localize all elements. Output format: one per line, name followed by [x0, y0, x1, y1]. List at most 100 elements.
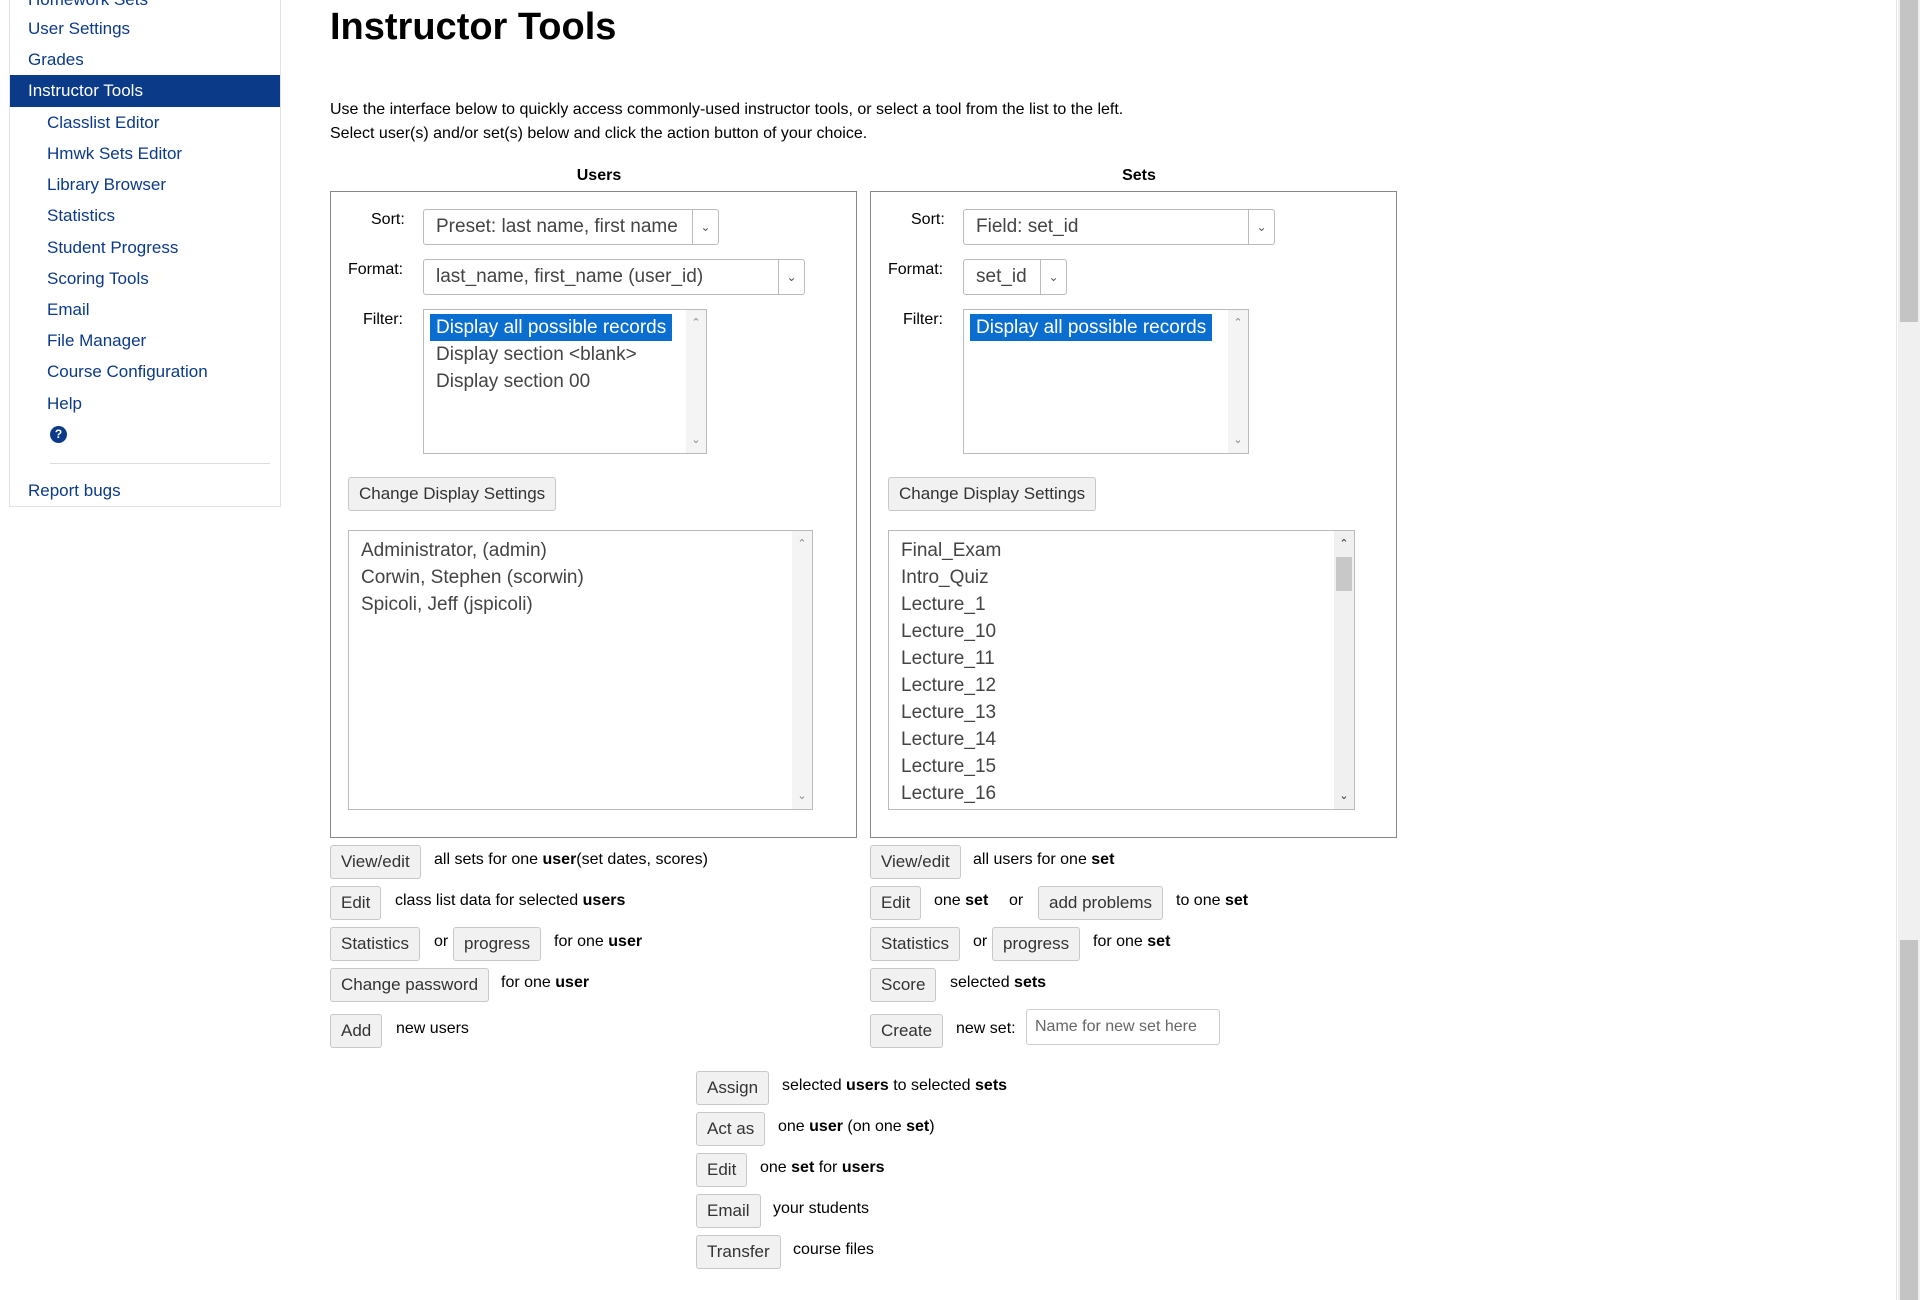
report-bugs-link[interactable]: Report bugs [10, 475, 280, 507]
set-list-item[interactable]: Lecture_1 [889, 591, 1354, 618]
set-view-edit-button[interactable]: View/edit [870, 845, 961, 879]
change-password-desc: for one user [501, 974, 590, 991]
sidebar-item-instructor-tools[interactable]: Instructor Tools [10, 75, 280, 107]
sidebar-item-grades[interactable]: Grades [10, 44, 280, 76]
chevron-down-icon: ⌄ [778, 260, 804, 294]
sidebar-item-student-progress[interactable]: Student Progress [10, 232, 280, 264]
chevron-up-icon[interactable]: ⌃ [1228, 314, 1248, 332]
sidebar-item-scoring-tools[interactable]: Scoring Tools [10, 263, 280, 295]
sets-format-label: Format: [888, 261, 944, 278]
users-change-display-button[interactable]: Change Display Settings [348, 477, 557, 511]
sidebar-item-file-manager[interactable]: File Manager [10, 325, 280, 357]
sets-list-scrollbar[interactable]: ⌃ ⌄ [1334, 531, 1354, 809]
chevron-down-icon: ⌄ [1040, 260, 1066, 294]
set-list-item[interactable]: Lecture_10 [889, 618, 1354, 645]
act-as-desc: one user (on one set) [778, 1118, 935, 1135]
sidebar-item-email[interactable]: Email [10, 294, 280, 326]
assign-desc: selected users to selected sets [782, 1077, 1008, 1094]
sets-change-display-button[interactable]: Change Display Settings [888, 477, 1097, 511]
set-stats-desc: for one set [1093, 933, 1171, 950]
users-filter-option[interactable]: Display section 00 [424, 368, 706, 395]
set-statistics-button[interactable]: Statistics [870, 927, 961, 961]
users-format-value: last_name, first_name (user_id) [436, 266, 704, 287]
page-scrollbar-thumb-lower[interactable] [1900, 940, 1918, 1300]
transfer-button[interactable]: Transfer [696, 1235, 781, 1269]
email-desc: your students [773, 1200, 870, 1217]
email-button[interactable]: Email [696, 1194, 761, 1228]
chevron-down-icon[interactable]: ⌄ [1228, 431, 1248, 449]
page-edge [1896, 0, 1897, 1300]
chevron-up-icon[interactable]: ⌃ [792, 535, 812, 553]
user-statistics-button[interactable]: Statistics [330, 927, 421, 961]
add-users-button[interactable]: Add [330, 1014, 383, 1048]
set-list-item[interactable]: Intro_Quiz [889, 564, 1354, 591]
set-list-item[interactable]: Lecture_15 [889, 753, 1354, 780]
user-edit-button[interactable]: Edit [330, 886, 382, 920]
sidebar-item-user-settings[interactable]: User Settings [10, 13, 280, 45]
user-progress-button[interactable]: progress [453, 927, 542, 961]
chevron-up-icon[interactable]: ⌃ [686, 314, 706, 332]
sets-filter-scrollbar[interactable]: ⌃ ⌄ [1228, 310, 1248, 453]
set-list-item[interactable]: Lecture_11 [889, 645, 1354, 672]
users-filter-listbox[interactable]: Display all possible records Display sec… [423, 309, 707, 454]
users-filter-option[interactable]: Display all possible records [424, 314, 706, 341]
set-progress-button[interactable]: progress [992, 927, 1081, 961]
change-password-button[interactable]: Change password [330, 968, 490, 1002]
sidebar-item-hmwk-sets-editor[interactable]: Hmwk Sets Editor [10, 138, 280, 170]
intro-text-line1: Use the interface below to quickly acces… [330, 101, 1124, 118]
sidebar-item-help[interactable]: Help [10, 388, 280, 420]
new-set-name-input[interactable] [1026, 1009, 1220, 1045]
sets-sort-select[interactable]: Field: set_id ⌄ [963, 209, 1275, 245]
sets-listbox[interactable]: Final_Exam Intro_Quiz Lecture_1 Lecture_… [888, 530, 1355, 810]
set-list-item[interactable]: Lecture_14 [889, 726, 1354, 753]
edit-set-for-users-desc: one set for users [760, 1159, 885, 1176]
sets-filter-option[interactable]: Display all possible records [964, 314, 1248, 341]
sets-sort-value: Field: set_id [976, 216, 1079, 237]
edit-set-for-users-button[interactable]: Edit [696, 1153, 748, 1187]
act-as-button[interactable]: Act as [696, 1112, 766, 1146]
user-view-edit-desc: all sets for one user(set dates, scores) [434, 851, 708, 868]
users-sort-select[interactable]: Preset: last name, first name ⌄ [423, 209, 719, 245]
chevron-down-icon[interactable]: ⌄ [792, 787, 812, 805]
users-format-select[interactable]: last_name, first_name (user_id) ⌄ [423, 259, 805, 295]
transfer-desc: course files [793, 1241, 874, 1258]
create-set-button[interactable]: Create [870, 1014, 944, 1048]
users-column-title: Users [576, 167, 622, 184]
score-button[interactable]: Score [870, 968, 937, 1002]
sidebar-item-statistics[interactable]: Statistics [10, 200, 280, 232]
user-list-item[interactable]: Corwin, Stephen (scorwin) [349, 564, 812, 591]
sets-filter-listbox[interactable]: Display all possible records ⌃ ⌄ [963, 309, 1249, 454]
page-scrollbar-thumb[interactable] [1900, 0, 1918, 322]
chevron-down-icon[interactable]: ⌄ [686, 431, 706, 449]
user-list-item[interactable]: Administrator, (admin) [349, 537, 812, 564]
add-problems-button[interactable]: add problems [1038, 886, 1164, 920]
set-edit-button[interactable]: Edit [870, 886, 922, 920]
chevron-up-icon[interactable]: ⌃ [1334, 535, 1354, 553]
set-list-item[interactable]: Lecture_16 [889, 780, 1354, 807]
sets-format-select[interactable]: set_id ⌄ [963, 259, 1067, 295]
users-format-label: Format: [348, 261, 404, 278]
user-or-text: or [434, 933, 449, 950]
set-list-item[interactable]: Lecture_13 [889, 699, 1354, 726]
set-list-item[interactable]: Lecture_12 [889, 672, 1354, 699]
sidebar-item-course-configuration[interactable]: Course Configuration [10, 356, 280, 388]
set-list-item[interactable]: Final_Exam [889, 537, 1354, 564]
chevron-down-icon[interactable]: ⌄ [1334, 787, 1354, 805]
set-or-text: or [1009, 892, 1024, 909]
sidebar-nav: Homework Sets User Settings Grades Instr… [9, 0, 281, 507]
users-sort-label: Sort: [371, 211, 405, 228]
sets-list-scroll-thumb[interactable] [1336, 557, 1352, 591]
users-list-scrollbar[interactable]: ⌃ ⌄ [792, 531, 812, 809]
assign-button[interactable]: Assign [696, 1071, 770, 1105]
help-icon[interactable]: ? [50, 426, 67, 443]
users-filter-option[interactable]: Display section <blank> [424, 341, 706, 368]
sets-sort-label: Sort: [911, 211, 945, 228]
sidebar-item-classlist-editor[interactable]: Classlist Editor [10, 107, 280, 139]
users-filter-scrollbar[interactable]: ⌃ ⌄ [686, 310, 706, 453]
user-view-edit-button[interactable]: View/edit [330, 845, 421, 879]
sidebar-item-library-browser[interactable]: Library Browser [10, 169, 280, 201]
chevron-down-icon: ⌄ [692, 210, 718, 244]
intro-text-line2: Select user(s) and/or set(s) below and c… [330, 125, 868, 142]
user-list-item[interactable]: Spicoli, Jeff (jspicoli) [349, 591, 812, 618]
users-listbox[interactable]: Administrator, (admin) Corwin, Stephen (… [348, 530, 813, 810]
